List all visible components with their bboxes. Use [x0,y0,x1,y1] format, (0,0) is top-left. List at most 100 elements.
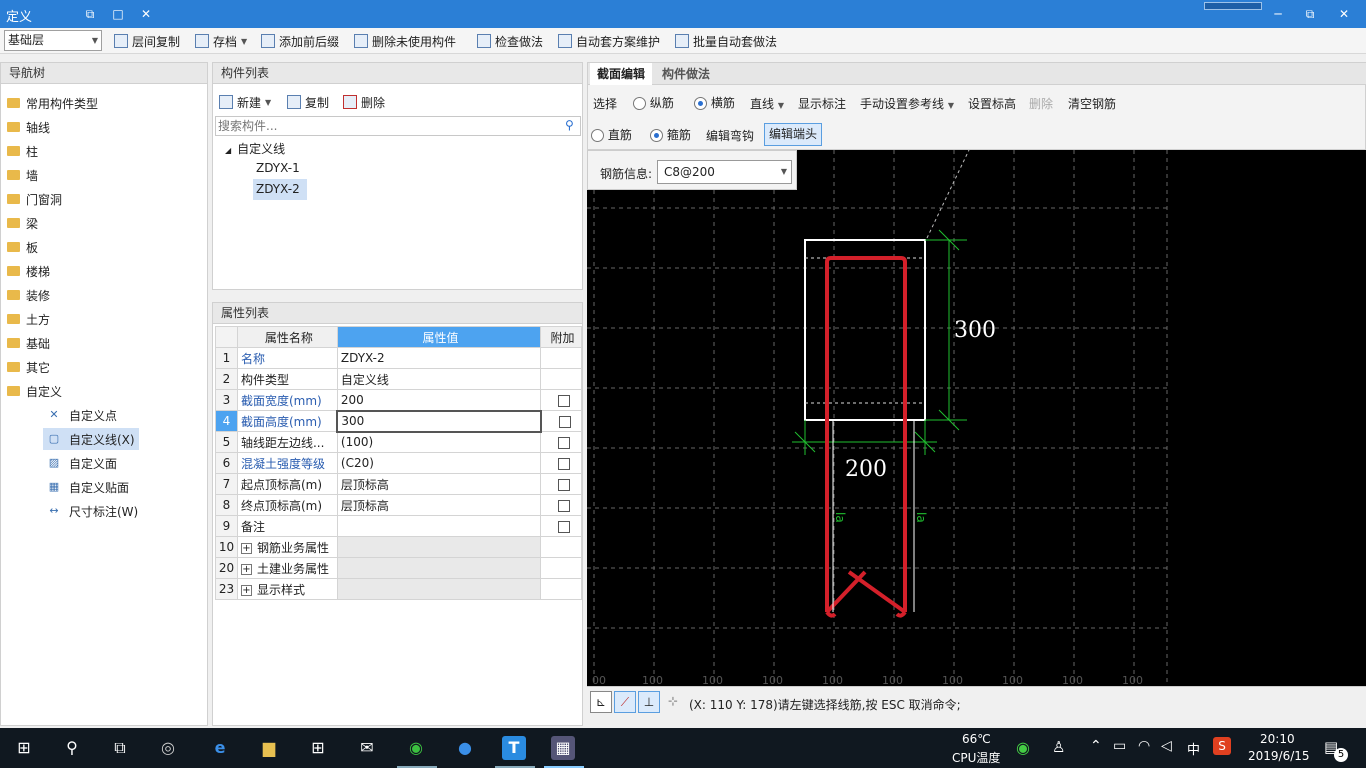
prop-value[interactable]: (C20) [336,452,542,474]
snap-icon[interactable]: ⟋ [614,691,636,713]
ime-indicator[interactable]: 中 [1187,739,1200,758]
close-icon[interactable]: ✕ [136,4,156,24]
checkbox[interactable] [558,478,571,491]
prop-value[interactable]: 层顶标高 [336,494,542,516]
nav-item[interactable]: 土方 [7,308,50,330]
line-dropdown[interactable]: 直线 ▼ [750,95,784,112]
mail-icon[interactable]: ✉ [355,736,379,760]
table-row[interactable]: 8 终点顶标高(m) 层顶标高 [215,494,582,516]
group-name[interactable]: + 钢筋业务属性 [236,536,338,558]
prop-value[interactable]: ZDYX-2 [336,347,542,369]
volume-icon[interactable]: ◁ [1161,738,1172,754]
dimension-icon[interactable]: ⊹ [662,691,684,713]
prop-value[interactable]: (100) [336,431,542,453]
group-name[interactable]: + 显示样式 [236,578,338,600]
sogou-ime-icon[interactable]: S [1213,737,1231,755]
prop-extra[interactable] [540,389,582,411]
edge-browser-icon[interactable]: e [208,736,232,760]
floor-select[interactable]: 基础层 ▼ [4,30,102,51]
ortho-icon[interactable]: ⊾ [590,691,612,713]
prop-value[interactable]: 自定义线 [336,368,542,390]
nav-item[interactable]: 墙 [7,164,38,186]
table-row[interactable]: 2 构件类型 自定义线 [215,368,582,390]
wifi-icon[interactable]: ◠ [1138,738,1150,754]
windows-start-icon[interactable]: ⊞ [12,736,36,760]
longbar-radio[interactable]: 纵筋 [633,94,674,111]
rebar-info-select[interactable]: C8@200 ▼ [657,160,792,184]
clear-rebar-button[interactable]: 清空钢筋 [1068,95,1116,112]
delete-button[interactable]: 删除 [343,93,385,111]
new-button[interactable]: 新建 ▼ [219,93,271,111]
search-input[interactable] [215,116,581,136]
nav-subitem[interactable]: ↔ 尺寸标注(W) [43,500,142,522]
nav-item[interactable]: 自定义 [7,380,62,402]
tab-component-method[interactable]: 构件做法 [654,63,718,85]
delete-unused-button[interactable]: 删除未使用构件 [354,32,456,50]
store-icon[interactable]: ⊞ [306,736,330,760]
nav-item[interactable]: 板 [7,236,38,258]
assistant-icon[interactable]: ◎ [156,736,180,760]
prop-extra[interactable] [540,494,582,516]
nav-item[interactable]: 楼梯 [7,260,50,282]
nav-item[interactable]: 其它 [7,356,50,378]
nav-subitem[interactable]: ✕ 自定义点 [43,404,121,426]
nav-subitem[interactable]: ▨ 自定义面 [43,452,121,474]
table-row[interactable]: 4 截面高度(mm) 300 [215,409,582,433]
task-view-icon[interactable]: ⧉ [108,736,132,760]
nav-item[interactable]: 梁 [7,212,38,234]
nav-item[interactable]: 柱 [7,140,38,162]
battery-icon[interactable]: ▭ [1113,738,1126,754]
prop-extra[interactable] [540,431,582,453]
set-elevation-button[interactable]: 设置标高 [968,95,1016,112]
drawing-canvas[interactable]: 300 200 la la 00 100 100 100 100 100 100 100 100… [587,150,1366,686]
prop-value[interactable] [336,515,542,537]
batch-auto-button[interactable]: 批量自动套做法 [675,32,777,50]
file-explorer-icon[interactable]: ▆ [257,736,281,760]
checkbox[interactable] [558,520,571,533]
minimize-icon[interactable]: ─ [1268,4,1288,24]
people-icon[interactable]: ♙ [1052,738,1065,756]
floor-copy-button[interactable]: 层间复制 [114,32,180,50]
prop-extra[interactable] [540,473,582,495]
group-name[interactable]: + 土建业务属性 [236,557,338,579]
stirrup-radio[interactable]: 横筋 [694,94,735,111]
nav-item[interactable]: 装修 [7,284,50,306]
auto-scheme-button[interactable]: 自动套方案维护 [558,32,660,50]
edit-end-button[interactable]: 编辑端头 [764,123,822,146]
nav-item[interactable]: 常用构件类型 [7,92,98,114]
expand-icon[interactable]: + [240,584,252,596]
expand-icon[interactable]: + [240,542,252,554]
checkbox[interactable] [558,394,571,407]
app-t-icon[interactable]: T [502,736,526,760]
prop-value[interactable]: 300 [336,409,542,433]
prop-extra[interactable] [540,410,582,432]
manual-ref-dropdown[interactable]: 手动设置参考线 ▼ [860,95,954,112]
table-row[interactable]: 7 起点顶标高(m) 层顶标高 [215,473,582,495]
chevron-up-icon[interactable]: ⌃ [1090,738,1102,754]
group-row[interactable]: 23 + 显示样式 [215,578,582,600]
group-row[interactable]: 10 + 钢筋业务属性 [215,536,582,558]
table-row[interactable]: 3 截面宽度(mm) 200 [215,389,582,411]
table-row[interactable]: 9 备注 [215,515,582,537]
prop-value[interactable]: 层顶标高 [336,473,542,495]
tree-root[interactable]: ◢ 自定义线 [225,140,285,157]
search-icon[interactable]: ⚲ [60,736,84,760]
checkbox[interactable] [558,499,571,512]
copy-button[interactable]: 复制 [287,93,329,111]
perpendicular-icon[interactable]: ⊥ [638,691,660,713]
checkbox[interactable] [558,457,571,470]
check-method-button[interactable]: 检查做法 [477,32,543,50]
browser-360-icon[interactable]: ◉ [404,736,428,760]
save-button[interactable]: 存档 ▼ [195,32,247,50]
nav-item[interactable]: 门窗洞 [7,188,62,210]
nav-item[interactable]: 基础 [7,332,50,354]
nav-subitem[interactable]: ▦ 自定义贴面 [43,476,133,498]
hoop-radio[interactable]: 箍筋 [650,126,691,143]
show-dim-button[interactable]: 显示标注 [798,95,846,112]
section-drawing[interactable]: 300 200 la la 00 100 100 100 100 100 100 100 100… [587,150,1366,686]
app-restore-icon[interactable]: ⧉ [1300,4,1320,24]
select-button[interactable]: 选择 [593,95,617,112]
prop-extra[interactable] [540,347,582,369]
prop-extra[interactable] [540,452,582,474]
tree-item-zdyx-1[interactable]: ZDYX-1 [253,158,307,179]
